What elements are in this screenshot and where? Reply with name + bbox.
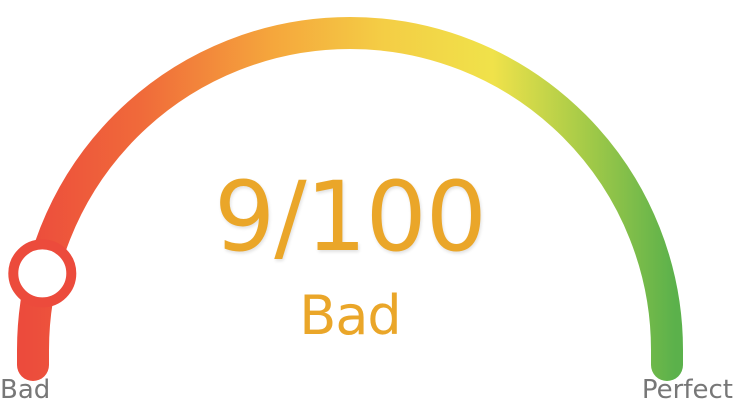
gauge-max-label: Perfect	[641, 375, 733, 405]
gauge-min-label: Bad	[0, 375, 51, 405]
score-gauge: 9/100 Bad Bad Perfect	[0, 0, 733, 405]
score-value: 9/100	[214, 161, 487, 273]
score-rating: Bad	[299, 284, 401, 347]
